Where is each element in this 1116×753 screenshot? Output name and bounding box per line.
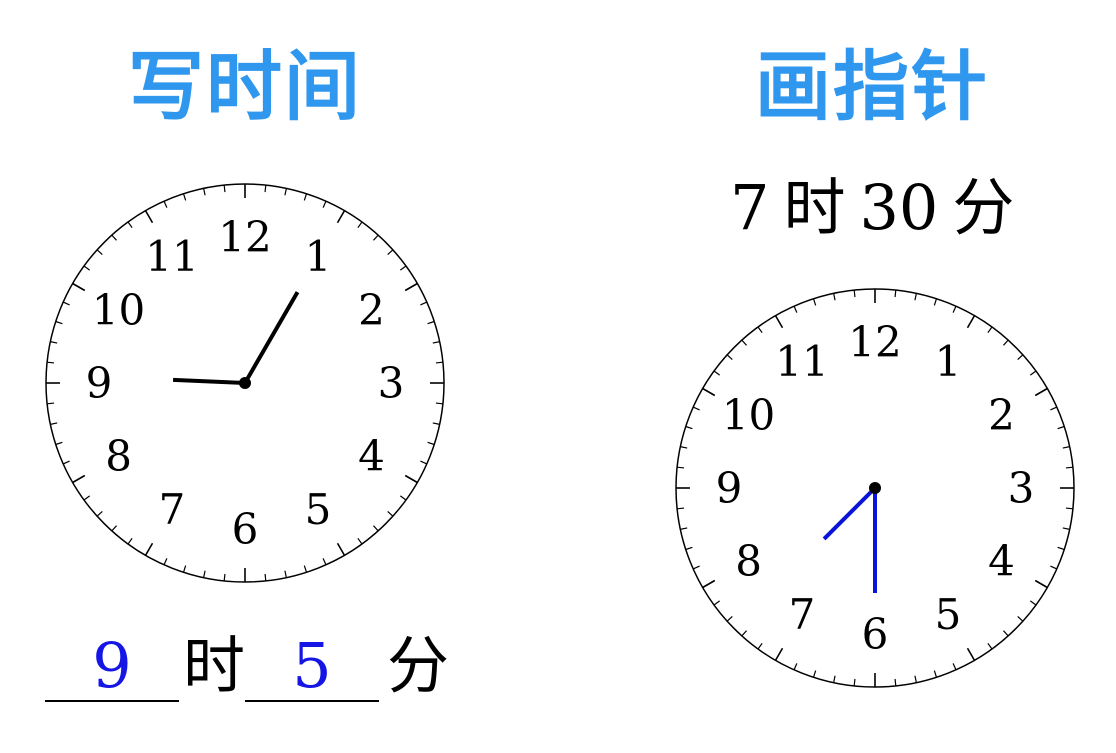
draw-hands-title: 画指针 xyxy=(755,42,989,131)
clock-numeral: 7 xyxy=(159,485,186,534)
minute-tick xyxy=(264,185,267,193)
right-clock-face: 12 12 3 45678 9 1011 xyxy=(675,288,1075,688)
clock-numeral: 3 xyxy=(378,359,405,408)
minute-tick xyxy=(264,573,267,581)
minute-tick xyxy=(223,185,226,193)
minute-answer-blank[interactable]: 5 xyxy=(245,628,379,702)
minute-tick xyxy=(677,507,685,510)
minute-tick xyxy=(853,678,856,686)
hour-answer-blank[interactable]: 9 xyxy=(45,628,179,702)
minute-answer: 5 xyxy=(292,629,332,702)
clock-numeral: 1 xyxy=(935,337,962,386)
hour-answer: 9 xyxy=(92,629,132,702)
minute-tick xyxy=(47,361,55,364)
center-pin xyxy=(869,482,881,494)
minute-tick xyxy=(223,573,226,581)
minute-tick xyxy=(677,466,685,469)
clock-numeral: 3 xyxy=(1008,464,1035,513)
clock-numeral: 5 xyxy=(935,590,962,639)
clock-numeral: 5 xyxy=(305,485,332,534)
clock-numeral: 9 xyxy=(86,359,113,408)
clock-numeral: 1 xyxy=(305,232,332,281)
clock-numeral: 12 xyxy=(218,213,271,262)
clock-numeral: 6 xyxy=(862,610,889,659)
target-hour: 7 xyxy=(730,171,770,244)
clock-numeral: 11 xyxy=(775,337,828,386)
clock-numeral: 8 xyxy=(105,432,132,481)
minute-tick xyxy=(435,402,443,405)
minute-tick xyxy=(1065,466,1073,469)
center-pin xyxy=(239,377,251,389)
clock-numeral: 7 xyxy=(789,590,816,639)
minute-tick xyxy=(853,290,856,298)
clock-numeral: 8 xyxy=(735,537,762,586)
target-minute: 30 xyxy=(859,171,939,244)
clock-numeral: 2 xyxy=(358,286,385,335)
hour-unit-label: 时 xyxy=(183,629,246,702)
clock-numeral: 11 xyxy=(145,232,198,281)
minute-tick xyxy=(1065,507,1073,510)
clock-numeral: 6 xyxy=(232,505,259,554)
answer-line: 9 时 5 分 xyxy=(45,628,465,708)
clock-numeral: 10 xyxy=(722,391,775,440)
write-time-title: 写时间 xyxy=(128,42,362,131)
minute-tick xyxy=(894,290,897,298)
minute-unit-label: 分 xyxy=(387,629,450,702)
clock-numeral: 2 xyxy=(988,391,1015,440)
left-clock-face: 12 12 3 45678 9 1011 xyxy=(45,183,445,583)
clock-numeral: 4 xyxy=(988,537,1015,586)
clock-numeral: 12 xyxy=(848,318,901,367)
target-time-prompt: 7 时 30 分 xyxy=(730,170,1014,246)
minute-tick xyxy=(47,402,55,405)
minute-tick xyxy=(894,678,897,686)
target-minute-unit: 分 xyxy=(952,171,1015,244)
target-hour-unit: 时 xyxy=(783,171,846,244)
clock-numeral: 10 xyxy=(92,286,145,335)
clock-numeral: 9 xyxy=(716,464,743,513)
minute-tick xyxy=(435,361,443,364)
clock-numeral: 4 xyxy=(358,432,385,481)
